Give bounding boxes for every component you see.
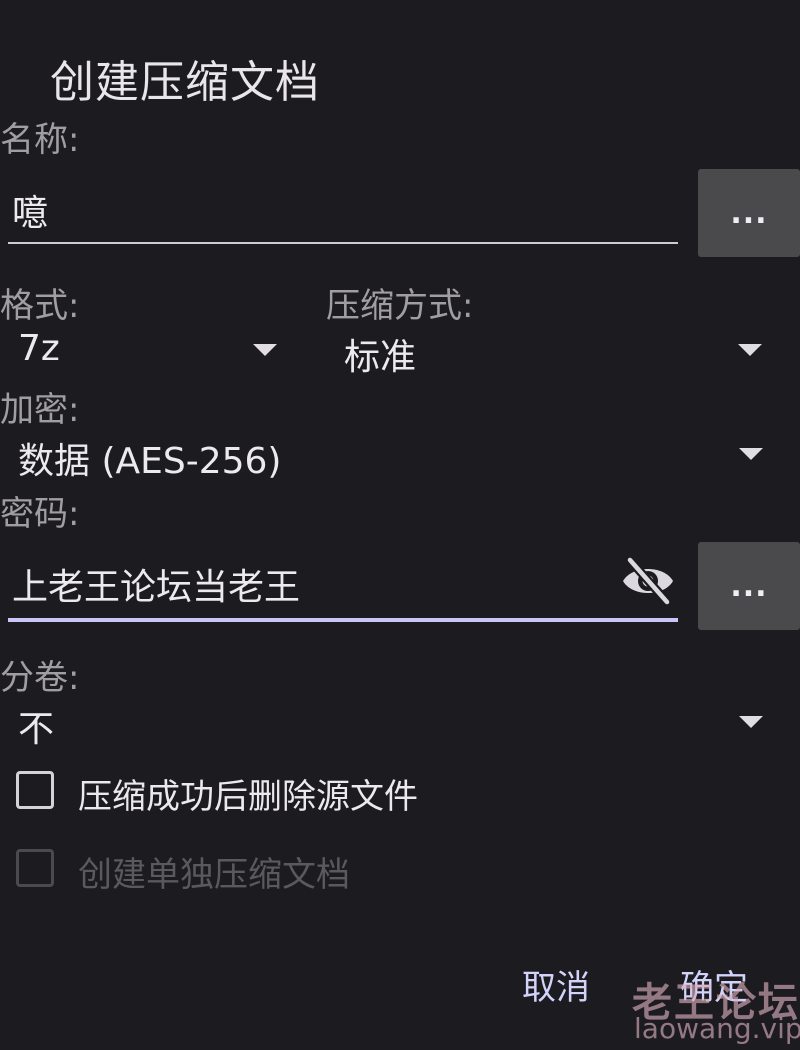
password-more-button[interactable]: ... <box>698 542 800 630</box>
delete-source-label: 压缩成功后删除源文件 <box>78 777 418 817</box>
password-field[interactable]: 上老王论坛当老王 <box>8 542 678 624</box>
dialog-title: 创建压缩文档 <box>50 57 320 108</box>
eye-off-icon[interactable] <box>620 555 676 607</box>
password-label: 密码: <box>0 494 80 534</box>
name-underline <box>8 242 678 244</box>
separate-archives-label: 创建单独压缩文档 <box>78 855 350 895</box>
encryption-label: 加密: <box>0 390 80 430</box>
compression-chevron-down-icon <box>738 344 762 356</box>
separate-archives-option: 创建单独压缩文档 <box>16 842 576 895</box>
name-browse-button[interactable]: ... <box>698 169 800 257</box>
split-label: 分卷: <box>0 658 80 698</box>
password-value: 上老王论坛当老王 <box>12 567 301 608</box>
password-underline <box>8 618 678 622</box>
name-field[interactable]: 噫 <box>8 168 678 248</box>
format-chevron-down-icon <box>253 344 277 356</box>
encryption-value: 数据 (AES-256) <box>18 441 282 482</box>
split-chevron-down-icon <box>739 716 763 728</box>
password-more-label: ... <box>730 568 768 604</box>
compression-value: 标准 <box>344 337 417 378</box>
separate-archives-checkbox <box>16 849 54 887</box>
name-browse-label: ... <box>730 195 768 231</box>
compression-dropdown[interactable]: 标准 <box>326 322 786 378</box>
name-label: 名称: <box>0 120 80 160</box>
encryption-dropdown[interactable]: 数据 (AES-256) <box>0 426 790 482</box>
format-label: 格式: <box>0 286 80 326</box>
delete-source-checkbox[interactable] <box>16 771 54 809</box>
name-value: 噫 <box>12 193 49 234</box>
delete-source-option[interactable]: 压缩成功后删除源文件 <box>16 764 576 817</box>
cancel-button[interactable]: 取消 <box>522 960 590 1009</box>
split-value: 不 <box>18 709 55 750</box>
format-value: 7z <box>18 328 60 369</box>
encryption-chevron-down-icon <box>739 448 763 460</box>
compression-label: 压缩方式: <box>326 286 474 326</box>
format-dropdown[interactable]: 7z <box>0 322 300 378</box>
watermark-url: laowang.vip <box>634 1012 800 1045</box>
split-dropdown[interactable]: 不 <box>0 694 790 750</box>
